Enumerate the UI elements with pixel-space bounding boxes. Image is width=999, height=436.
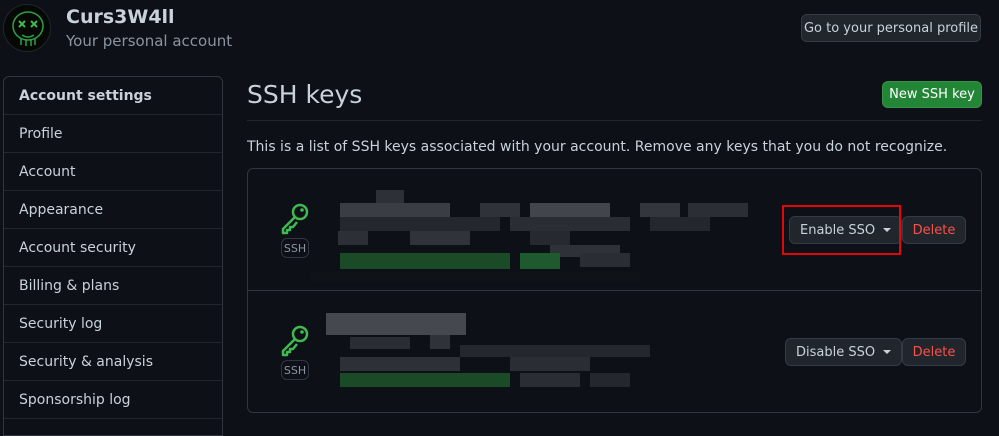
sidebar-item-account-security[interactable]: Account security	[4, 229, 222, 267]
delete-key-button[interactable]: Delete	[902, 338, 966, 366]
key-icon	[281, 203, 309, 235]
account-header: Curs3W4ll Your personal account Go to yo…	[0, 0, 999, 64]
sidebar-item-security-log[interactable]: Security log	[4, 305, 222, 343]
delete-key-button[interactable]: Delete	[902, 216, 966, 244]
ssh-type-badge: SSH	[281, 238, 309, 258]
sidebar-heading-account-settings: Account settings	[4, 77, 222, 115]
settings-sidebar: Account settings Profile Account Appeara…	[3, 76, 223, 436]
disable-sso-label: Disable SSO	[796, 344, 876, 360]
new-ssh-key-button[interactable]: New SSH key	[882, 81, 982, 108]
skull-avatar-icon	[12, 11, 44, 46]
highlight-annotation	[782, 205, 901, 255]
sidebar-item-appearance[interactable]: Appearance	[4, 191, 222, 229]
chevron-down-icon	[883, 350, 892, 354]
page-title: SSH keys	[247, 80, 363, 109]
account-subtitle: Your personal account	[66, 32, 233, 50]
sidebar-item-account[interactable]: Account	[4, 153, 222, 191]
ssh-type-badge: SSH	[281, 360, 309, 380]
disable-sso-button[interactable]: Disable SSO	[785, 338, 903, 366]
username: Curs3W4ll	[66, 6, 175, 28]
title-divider	[247, 120, 982, 121]
avatar[interactable]	[3, 4, 51, 52]
sidebar-item-profile[interactable]: Profile	[4, 115, 222, 153]
ssh-keys-description: This is a list of SSH keys associated wi…	[247, 139, 948, 155]
sidebar-item-billing-plans[interactable]: Billing & plans	[4, 267, 222, 305]
sidebar-item-security-analysis[interactable]: Security & analysis	[4, 343, 222, 381]
sidebar-item-sponsorship-log[interactable]: Sponsorship log	[4, 381, 222, 419]
key-icon	[281, 325, 309, 357]
go-to-profile-button[interactable]: Go to your personal profile	[801, 14, 981, 42]
ssh-key-row: SSH Disable SSO Delete	[248, 291, 981, 413]
